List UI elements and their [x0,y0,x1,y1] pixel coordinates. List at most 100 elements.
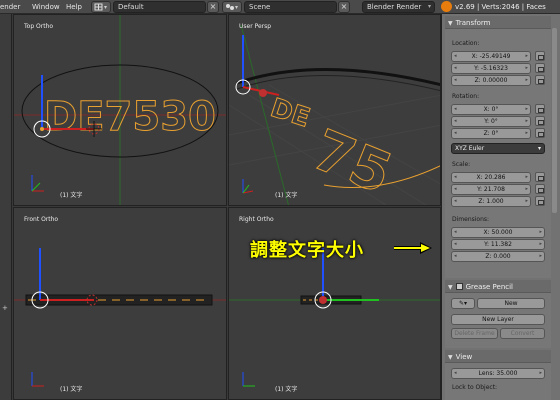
front-ortho-scene [14,248,226,387]
rotation-y-field[interactable]: ◂ Y: 0° ▸ [451,116,531,127]
chevron-down-icon: ▾ [537,145,541,152]
lock-icon[interactable] [535,63,545,73]
grease-pencil-title: Grease Pencil [465,283,514,291]
view-section: ▼ View ◂ Lens: 35.000 ▸ Lock to Object: [445,350,551,400]
viewport-object-label: (1) 文字 [60,192,83,199]
dimension-x-field[interactable]: ◂ X: 50.000 ▸ [451,227,545,238]
dimension-y-field[interactable]: ◂ Y: 11.382 ▸ [451,239,545,250]
viewport-object-label: (1) 文字 [275,386,298,393]
scale-x-field[interactable]: ◂ X: 20.286 ▸ [451,172,531,183]
location-x-value: X: -25.49149 [471,53,511,60]
viewport-object-label: (1) 文字 [275,192,298,199]
rotation-y-value: Y: 0° [484,118,498,125]
grease-pencil-section: ▼ Grease Pencil ✎▾ New New Layer Delete F… [445,280,551,348]
pencil-icon[interactable]: ✎▾ [451,298,475,309]
new-button-label: New [504,300,518,307]
viewport-top-ortho[interactable]: DE7530 Top Ortho (1) 文字 [13,14,227,206]
lock-icon[interactable] [535,104,545,114]
transform-header[interactable]: ▼ Transform [445,16,551,29]
blender-logo-icon [441,1,452,12]
close-icon: × [209,2,217,11]
menu-window[interactable]: Window [32,3,60,11]
close-layout-button[interactable]: × [207,1,219,13]
screen-layout-dropdown[interactable]: Default [113,1,206,13]
viewport-front-ortho[interactable]: Front Ortho (1) 文字 [13,207,227,400]
close-icon: × [340,2,348,11]
grease-pencil-header[interactable]: ▼ Grease Pencil [445,280,551,293]
plus-icon[interactable]: + [2,304,9,312]
convert-label: Convert [510,330,535,337]
menu-render[interactable]: ender [0,3,20,11]
text-object-outline: DE7530 [44,94,216,140]
viewport-title: Front Ortho [24,216,59,223]
location-y-field[interactable]: ◂ Y: -5.16323 ▸ [451,63,531,74]
viewport-title: Right Ortho [239,216,274,223]
rotation-mode-value: XYZ Euler [455,145,485,152]
rotation-mode-select[interactable]: XYZ Euler ▾ [451,143,545,154]
menu-help[interactable]: Help [66,3,82,11]
lens-value: Lens: 35.000 [478,370,518,377]
dimension-z-value: Z: 0.000 [485,253,511,260]
new-layer-button[interactable]: New Layer [451,314,545,325]
annotation-text: 調整文字大小 [250,240,364,261]
checkbox-icon[interactable] [455,283,463,290]
chevron-down-icon: ▾ [427,3,431,10]
screen-layout-icon[interactable] [91,1,111,13]
close-scene-button[interactable]: × [338,1,350,13]
render-engine-dropdown[interactable]: Blender Render ▾ [362,1,435,13]
viewport-title: User Persp [239,23,272,30]
delete-frame-label: Delete Frame [454,330,495,337]
panel-scrollbar[interactable] [552,28,557,213]
lock-to-object-label: Lock to Object: [452,384,498,391]
location-x-field[interactable]: ◂ X: -25.49149 ▸ [451,51,531,62]
transform-section: ▼ Transform Location: ◂ X: -25.49149 ▸ ◂ Y: … [445,16,551,278]
location-y-value: Y: -5.16323 [474,65,508,72]
svg-text:75: 75 [304,118,401,206]
scene-icon[interactable] [222,1,242,13]
tool-shelf-strip[interactable]: + [0,14,12,400]
lock-icon[interactable] [535,128,545,138]
lock-icon[interactable] [535,116,545,126]
top-ortho-scene: DE7530 [14,15,226,205]
scene-stats: v2.69 | Verts:2046 | Faces [455,3,546,11]
lens-field[interactable]: ◂ Lens: 35.000 ▸ [451,368,545,379]
rotation-x-field[interactable]: ◂ X: 0° ▸ [451,104,531,115]
top-menu-bar: ender Window Help Default × Scene × Blen… [0,0,560,14]
arrow-right-icon [394,242,432,254]
viewport-title: Top Ortho [24,23,54,30]
rotation-z-value: Z: 0° [483,130,499,137]
location-label: Location: [452,40,480,47]
viewport-user-persp[interactable]: DE 75 User Persp (1) 文字 [228,14,441,206]
user-persp-scene: DE 75 [229,24,440,206]
rotation-label: Rotation: [452,93,480,100]
lock-icon[interactable] [535,196,545,206]
svg-text:DE: DE [267,93,314,134]
lock-icon[interactable] [535,75,545,85]
render-engine-label: Blender Render [367,3,422,11]
scale-label: Scale: [452,161,471,168]
lock-icon[interactable] [535,51,545,61]
rotation-z-field[interactable]: ◂ Z: 0° ▸ [451,128,531,139]
scale-z-value: Z: 1.000 [478,198,504,205]
collapse-triangle-icon: ▼ [448,20,453,27]
new-grease-pencil-button[interactable]: New [477,298,545,309]
lock-icon[interactable] [535,172,545,182]
collapse-triangle-icon: ▼ [448,354,453,361]
location-z-value: Z: 0.00000 [474,77,508,84]
lock-icon[interactable] [535,184,545,194]
dimension-z-field[interactable]: ◂ Z: 0.000 ▸ [451,251,545,262]
view-title: View [455,353,473,361]
rotation-x-value: X: 0° [483,106,499,113]
view-header[interactable]: ▼ View [445,350,551,363]
properties-panel: ▼ Transform Location: ◂ X: -25.49149 ▸ ◂ Y: … [441,14,560,400]
location-z-field[interactable]: ◂ Z: 0.00000 ▸ [451,75,531,86]
scale-y-field[interactable]: ◂ Y: 21.708 ▸ [451,184,531,195]
scale-z-field[interactable]: ◂ Z: 1.000 ▸ [451,196,531,207]
scene-dropdown[interactable]: Scene [244,1,337,13]
dimension-x-value: X: 50.000 [483,229,513,236]
new-layer-label: New Layer [482,316,514,323]
dimension-y-value: Y: 11.382 [484,241,512,248]
scale-x-value: X: 20.286 [476,174,506,181]
delete-frame-button[interactable]: Delete Frame [451,328,498,339]
convert-button[interactable]: Convert [500,328,545,339]
